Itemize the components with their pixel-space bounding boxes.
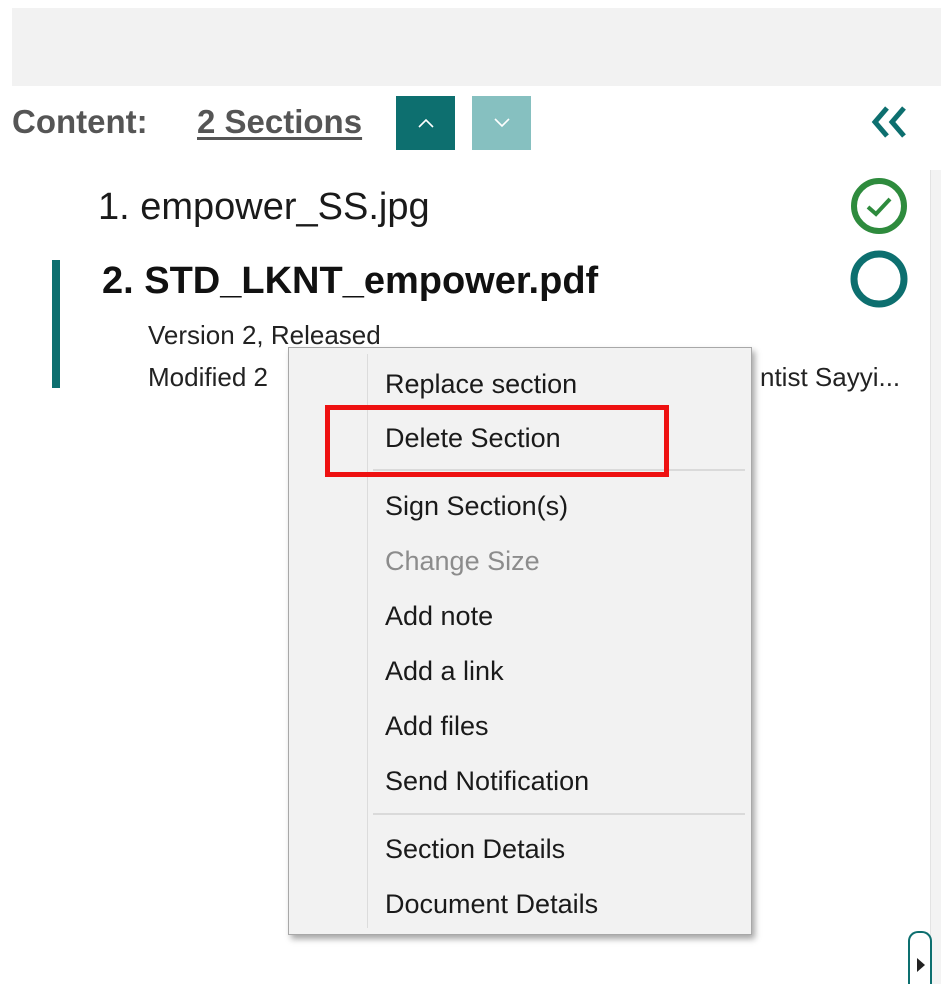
menu-item-send-notification[interactable]: Send Notification — [385, 764, 589, 798]
top-toolbar-area — [12, 8, 941, 86]
section-item-2[interactable]: 2. STD_LKNT_empower.pdf — [102, 258, 598, 304]
menu-item-add-files[interactable]: Add files — [385, 709, 489, 743]
next-section-button[interactable] — [472, 96, 531, 150]
section-item-1[interactable]: 1. empower_SS.jpg — [98, 184, 430, 230]
panel-expand-handle[interactable] — [908, 931, 932, 984]
previous-section-button[interactable] — [396, 96, 455, 150]
menu-item-replace-section[interactable]: Replace section — [385, 367, 577, 401]
right-panel-edge — [930, 170, 941, 984]
menu-item-add-link[interactable]: Add a link — [385, 654, 504, 688]
menu-item-section-details[interactable]: Section Details — [385, 832, 565, 866]
content-label: Content: — [12, 103, 148, 140]
menu-item-add-note[interactable]: Add note — [385, 599, 493, 633]
chevron-up-icon — [417, 118, 434, 128]
menu-item-document-details[interactable]: Document Details — [385, 887, 598, 921]
menu-separator — [373, 813, 745, 815]
selected-section-indicator — [52, 260, 60, 388]
menu-icon-gutter — [367, 354, 368, 928]
menu-item-delete-section[interactable]: Delete Section — [385, 421, 561, 455]
section-context-menu: Replace section Delete Section Sign Sect… — [288, 347, 752, 935]
check-circle-icon — [851, 178, 907, 234]
menu-item-sign-sections[interactable]: Sign Section(s) — [385, 489, 568, 523]
double-chevron-left-icon[interactable] — [868, 103, 910, 141]
chevron-down-icon — [493, 118, 510, 128]
modified-text-end: ntist Sayyi... — [760, 362, 901, 392]
menu-separator — [373, 469, 745, 471]
sections-count-link[interactable]: 2 Sections — [197, 102, 362, 142]
caret-right-icon — [917, 958, 925, 972]
modified-text-start: Modified 2 — [148, 362, 268, 392]
menu-item-change-size: Change Size — [385, 546, 540, 576]
empty-circle-icon — [850, 250, 908, 308]
